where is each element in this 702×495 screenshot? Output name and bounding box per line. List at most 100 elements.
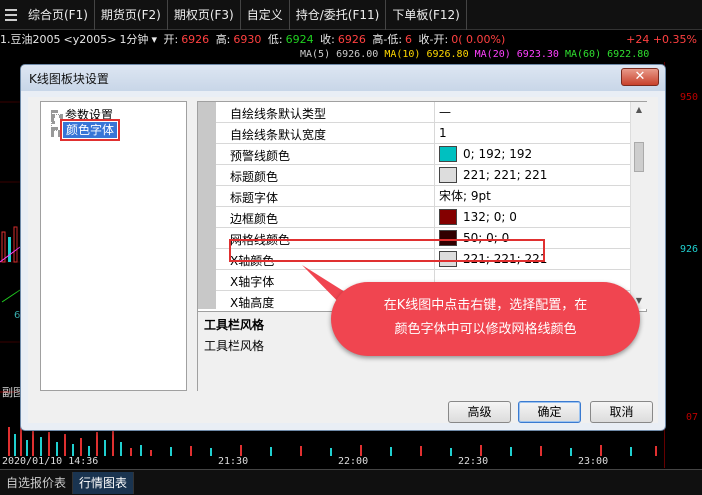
property-name: X轴高度: [230, 296, 275, 309]
high-value: 6930: [233, 33, 262, 46]
property-rows: 自绘线条默认类型 — 自绘线条默认宽度 1 预警线颜色 0; 192; 192 …: [198, 102, 630, 309]
ma20-value: MA(20) 6923.30: [474, 49, 559, 60]
menu-item-composite[interactable]: 综合页(F1): [22, 0, 95, 30]
menu-item-custom[interactable]: 自定义: [241, 0, 290, 30]
property-row-grid-color[interactable]: 网格线颜色 50; 0; 0: [216, 228, 630, 249]
property-row[interactable]: 标题颜色 221; 221; 221: [216, 165, 630, 186]
scroll-thumb[interactable]: [634, 142, 644, 172]
ok-button[interactable]: 确定: [518, 401, 581, 423]
property-name: 自绘线条默认宽度: [230, 128, 327, 142]
change-value: +24 +0.35%: [626, 33, 697, 46]
property-row[interactable]: 标题字体 宋体; 9pt: [216, 186, 630, 207]
property-value[interactable]: 1: [434, 123, 630, 144]
left-candles: [0, 226, 21, 303]
period-label[interactable]: 1分钟: [119, 33, 148, 46]
scroll-up-icon[interactable]: ▲: [631, 102, 647, 118]
symbol-code: <y2005>: [63, 33, 117, 46]
dialog-title: K线图板块设置: [29, 72, 109, 86]
open-label: 开:: [163, 33, 179, 46]
property-value-cell[interactable]: 221; 221; 221: [434, 165, 630, 186]
ma5-value: MA(5) 6926.00: [300, 49, 379, 60]
close-button[interactable]: ✕: [621, 68, 659, 86]
time-axis: 2020/01/10 14:36 21:30 22:00 22:30 23:00: [0, 456, 702, 468]
property-value: 0; 192; 192: [463, 147, 533, 161]
tree-connector: [51, 114, 63, 118]
bottom-tabs: 自选报价表 行情图表: [0, 469, 702, 495]
property-row[interactable]: 自绘线条默认宽度 1: [216, 123, 630, 144]
hamburger-menu-icon[interactable]: [0, 8, 22, 21]
tree-connector: [51, 130, 61, 134]
tree-item-color-font[interactable]: 颜色字体: [59, 119, 121, 141]
quote-line: 1.豆油2005 <y2005> 1分钟 ▾ 开: 6926 高: 6930 低: 6924…: [0, 31, 702, 49]
description-text: 工具栏风格: [204, 339, 265, 353]
tree-connector: [51, 110, 55, 130]
color-swatch: [439, 229, 457, 246]
close-open-label: 收-开:: [418, 33, 449, 46]
property-value[interactable]: 宋体; 9pt: [434, 186, 630, 207]
property-value: 221; 221; 221: [463, 252, 548, 266]
color-swatch: [439, 145, 457, 162]
property-name: 预警线颜色: [230, 149, 291, 163]
callout-line: 颜色字体中可以修改网格线颜色: [394, 322, 577, 337]
open-value: 6926: [181, 33, 210, 46]
menu-item-positions[interactable]: 持仓/委托(F11): [290, 0, 387, 30]
advanced-button[interactable]: 高级: [448, 401, 511, 423]
menu-item-options[interactable]: 期权页(F3): [168, 0, 241, 30]
menu-bar: 综合页(F1) 期货页(F2) 期权页(F3) 自定义 持仓/委托(F11) 下…: [0, 0, 702, 30]
property-name: X轴颜色: [230, 254, 275, 268]
property-value-cell[interactable]: 0; 192; 192: [434, 144, 630, 165]
property-value: 50; 0; 0: [463, 231, 510, 245]
time-label: 22:00: [338, 456, 369, 467]
settings-tree: 参数设置 颜色字体: [40, 101, 187, 391]
description-title: 工具栏风格: [204, 318, 265, 332]
symbol-name: 1.豆油2005: [0, 33, 61, 46]
property-row[interactable]: 预警线颜色 0; 192; 192: [216, 144, 630, 165]
close-label: 收:: [320, 33, 335, 46]
time-label: 21:30: [218, 456, 249, 467]
kline-settings-dialog: K线图板块设置 ✕ 参数设置 颜色字体 自绘线条默认类型 — 自绘线条默认宽度 …: [20, 64, 666, 431]
time-label: 22:30: [458, 456, 489, 467]
property-row[interactable]: 边框颜色 132; 0; 0: [216, 207, 630, 228]
low-value: 6924: [285, 33, 314, 46]
menu-item-order-board[interactable]: 下单板(F12): [386, 0, 467, 30]
property-name: X轴字体: [230, 275, 275, 289]
color-swatch: [439, 166, 457, 183]
property-row[interactable]: X轴颜色 221; 221; 221: [216, 249, 630, 270]
range-label: 高-低:: [372, 33, 403, 46]
menu-item-futures[interactable]: 期货页(F2): [95, 0, 168, 30]
property-name: 标题字体: [230, 191, 279, 205]
tab-chart[interactable]: 行情图表: [73, 471, 135, 494]
property-name: 标题颜色: [230, 170, 279, 184]
grid-gutter: [198, 102, 216, 309]
property-value: 221; 221; 221: [463, 168, 548, 182]
range-value: 6: [405, 33, 413, 46]
color-swatch: [439, 250, 457, 267]
property-name: 自绘线条默认类型: [230, 107, 327, 121]
property-row[interactable]: 自绘线条默认类型 —: [216, 102, 630, 123]
vertical-scrollbar[interactable]: ▲ ▼: [630, 102, 647, 309]
low-label: 低:: [267, 33, 283, 46]
dropdown-icon[interactable]: ▾: [151, 33, 157, 46]
property-name: 边框颜色: [230, 212, 279, 226]
close-value: 6926: [337, 33, 366, 46]
time-label: 2020/01/10 14:36: [2, 456, 99, 467]
close-open-value: 0( 0.00%): [451, 33, 506, 46]
property-value-cell[interactable]: 221; 221; 221: [434, 249, 630, 270]
time-label: 23:00: [578, 456, 609, 467]
tree-item-params[interactable]: 参数设置: [65, 106, 113, 123]
callout-line: 在K线图中点击右键，选择配置，在: [383, 298, 588, 313]
price-label: 926: [679, 244, 698, 255]
tab-watchlist[interactable]: 自选报价表: [0, 471, 74, 494]
color-swatch: [439, 208, 457, 225]
ma60-value: MA(60) 6922.80: [564, 49, 650, 60]
property-value-cell[interactable]: 50; 0; 0: [434, 228, 630, 249]
cancel-button[interactable]: 取消: [590, 401, 653, 423]
property-value: 132; 0; 0: [463, 210, 517, 224]
high-label: 高:: [215, 33, 231, 46]
property-value-cell[interactable]: 132; 0; 0: [434, 207, 630, 228]
property-name: 网格线颜色: [230, 233, 291, 247]
ma-line: MA(5) 6926.00 MA(10) 6926.80 MA(20) 6923…: [300, 48, 649, 62]
property-value[interactable]: —: [434, 102, 630, 123]
price-axis: 950 926 07: [664, 62, 702, 468]
dialog-title-bar[interactable]: K线图板块设置 ✕: [21, 65, 665, 91]
